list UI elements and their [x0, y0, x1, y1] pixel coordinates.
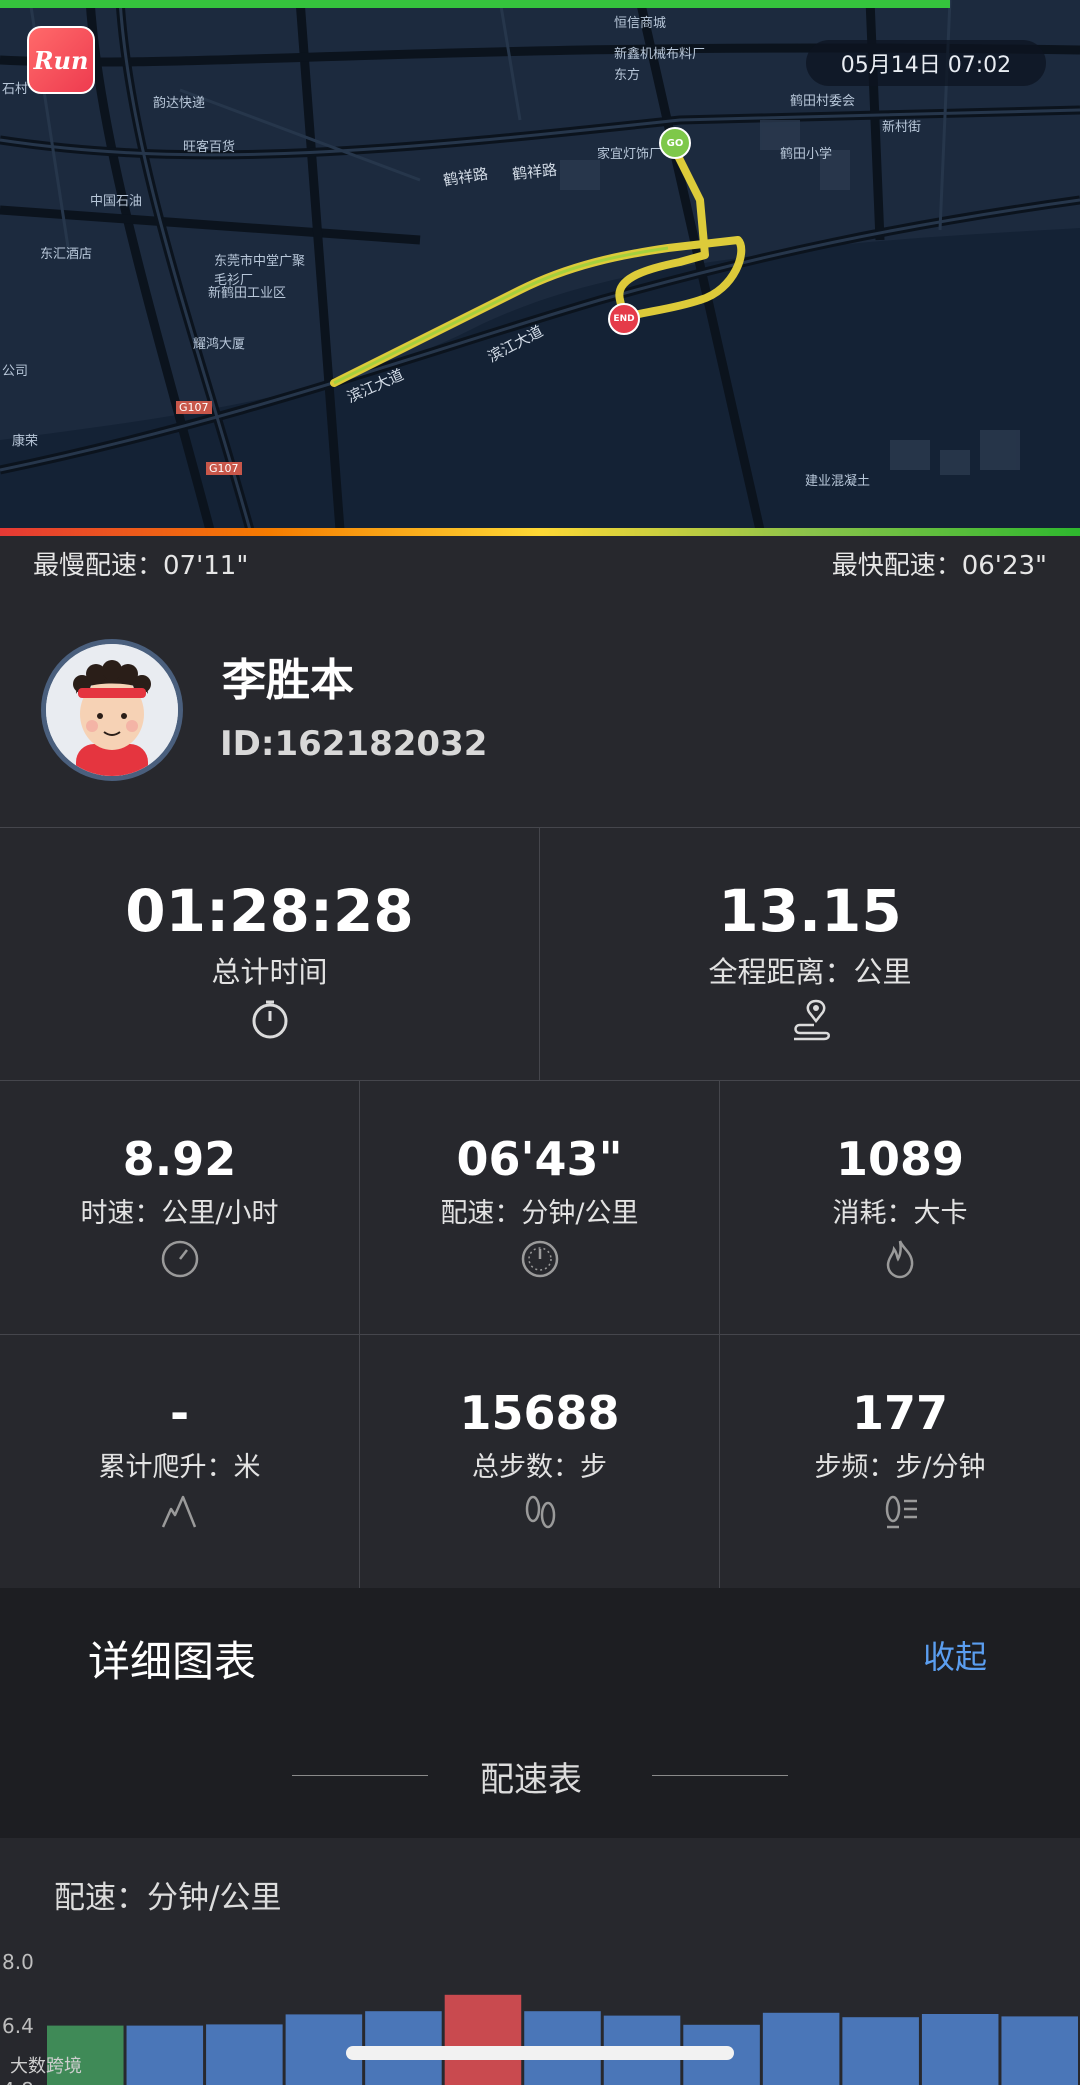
app-logo-text: Run — [33, 45, 89, 75]
total-time-label: 总计时间 — [211, 955, 328, 989]
speedometer-icon — [161, 1240, 198, 1278]
map-label: 恒信商城 — [614, 16, 667, 31]
pace-bar-chart[interactable]: 8.0 6.4 4.8 — [0, 1920, 1080, 2085]
map-label: 旺客百货 — [183, 140, 236, 155]
route-pin-icon — [794, 999, 830, 1041]
stat-pace: 06'43" 配速：分钟/公里 — [360, 1136, 719, 1279]
map-label: 东汇酒店 — [40, 247, 93, 262]
distance-label: 全程距离：公里 — [708, 955, 912, 989]
cadence-label: 步频：步/分钟 — [814, 1452, 986, 1483]
highway-badge: G107 — [176, 401, 212, 414]
start-marker[interactable]: GO — [659, 127, 691, 159]
stat-total-time: 01:28:28 总计时间 — [0, 882, 539, 1041]
slowest-pace: 最慢配速：07'11" — [33, 551, 249, 581]
pace-gauge-icon — [521, 1240, 558, 1278]
stopwatch-icon — [252, 1000, 287, 1039]
avatar-illustration — [46, 644, 178, 776]
mountain-icon — [161, 1495, 196, 1528]
app-logo[interactable]: Run — [27, 26, 95, 94]
pace-chart-title: 配速表 — [480, 1760, 582, 1800]
map-label: 东方 — [614, 68, 641, 83]
pace-bar[interactable] — [762, 2012, 840, 2085]
climb-value: - — [169, 1386, 190, 1440]
pace-value: 06'43" — [456, 1132, 623, 1186]
steps-label: 总步数：步 — [472, 1452, 607, 1483]
map-label: 新鑫机械布料厂 — [614, 47, 706, 62]
stat-distance: 13.15 全程距离：公里 — [540, 882, 1080, 1041]
map-label: 公司 — [2, 364, 29, 379]
route-map[interactable]: Run 05月14日 07:02 恒信商城 新鑫机械布料厂 东方 鹤田村委会 新… — [0, 0, 1080, 530]
divider — [0, 1080, 1080, 1081]
pace-color-legend — [0, 528, 1080, 536]
cadence-value: 177 — [851, 1386, 949, 1440]
title-rule-right — [652, 1775, 788, 1776]
calories-value: 1089 — [835, 1132, 965, 1186]
speed-label: 时速：公里/小时 — [80, 1198, 279, 1229]
map-label: 鹤田小学 — [780, 147, 833, 162]
total-time-value: 01:28:28 — [125, 877, 414, 945]
stat-speed: 8.92 时速：公里/小时 — [0, 1136, 359, 1279]
pace-bar[interactable] — [206, 2024, 283, 2085]
map-label: 建业混凝土 — [805, 474, 871, 489]
divider — [0, 827, 1080, 828]
map-label: 耀鸿大厦 — [193, 337, 246, 352]
end-marker[interactable]: END — [608, 303, 640, 335]
map-label: 中国石油 — [90, 194, 143, 209]
y-tick-label: 8.0 — [2, 1950, 34, 1974]
map-label: 石村 — [2, 82, 29, 97]
calories-label: 消耗：大卡 — [832, 1198, 968, 1229]
pace-chart-unit: 配速：分钟/公里 — [54, 1880, 282, 1916]
watermark: 大数跨境 — [10, 2056, 82, 2077]
distance-value: 13.15 — [718, 877, 902, 945]
stat-steps: 15688 总步数：步 — [360, 1390, 719, 1533]
divider — [0, 1334, 1080, 1335]
pace-bar[interactable] — [842, 2017, 919, 2085]
y-tick-label: 6.4 — [2, 2014, 34, 2038]
map-label: 新村街 — [882, 120, 922, 135]
steps-value: 15688 — [459, 1386, 620, 1440]
pace-label: 配速：分钟/公里 — [440, 1198, 639, 1229]
pace-bar[interactable] — [921, 2014, 999, 2085]
highway-badge: G107 — [206, 462, 242, 475]
user-name: 李胜本 — [222, 655, 354, 706]
run-datetime: 05月14日 07:02 — [806, 40, 1046, 86]
stat-calories: 1089 消耗：大卡 — [720, 1136, 1080, 1279]
cadence-icon — [885, 1495, 917, 1529]
map-label: 韵达快递 — [153, 96, 206, 111]
collapse-button[interactable]: 收起 — [923, 1632, 987, 1678]
pace-bar[interactable] — [444, 1994, 522, 2085]
fastest-pace: 最快配速：06'23" — [831, 551, 1047, 581]
map-label: 康荣 — [12, 434, 39, 449]
stat-cadence: 177 步频：步/分钟 — [720, 1390, 1080, 1533]
climb-label: 累计爬升：米 — [98, 1452, 261, 1483]
map-label: 鹤田村委会 — [790, 94, 856, 109]
top-progress-bar — [0, 0, 950, 8]
pace-bar[interactable] — [1001, 2016, 1078, 2085]
avatar[interactable] — [41, 639, 183, 781]
footprints-icon — [525, 1495, 555, 1529]
home-indicator[interactable] — [346, 2046, 734, 2060]
flame-icon — [886, 1240, 914, 1279]
pace-bar[interactable] — [126, 2025, 204, 2085]
y-tick-label: 4.8 — [2, 2078, 34, 2085]
title-rule-left — [292, 1775, 428, 1776]
speed-value: 8.92 — [122, 1132, 237, 1186]
detail-title: 详细图表 — [88, 1637, 257, 1686]
map-label: 新鹤田工业区 — [208, 286, 287, 301]
user-id: ID:162182032 — [220, 724, 488, 764]
map-label: 家宜灯饰厂 — [597, 147, 663, 162]
stat-climb: - 累计爬升：米 — [0, 1390, 359, 1533]
